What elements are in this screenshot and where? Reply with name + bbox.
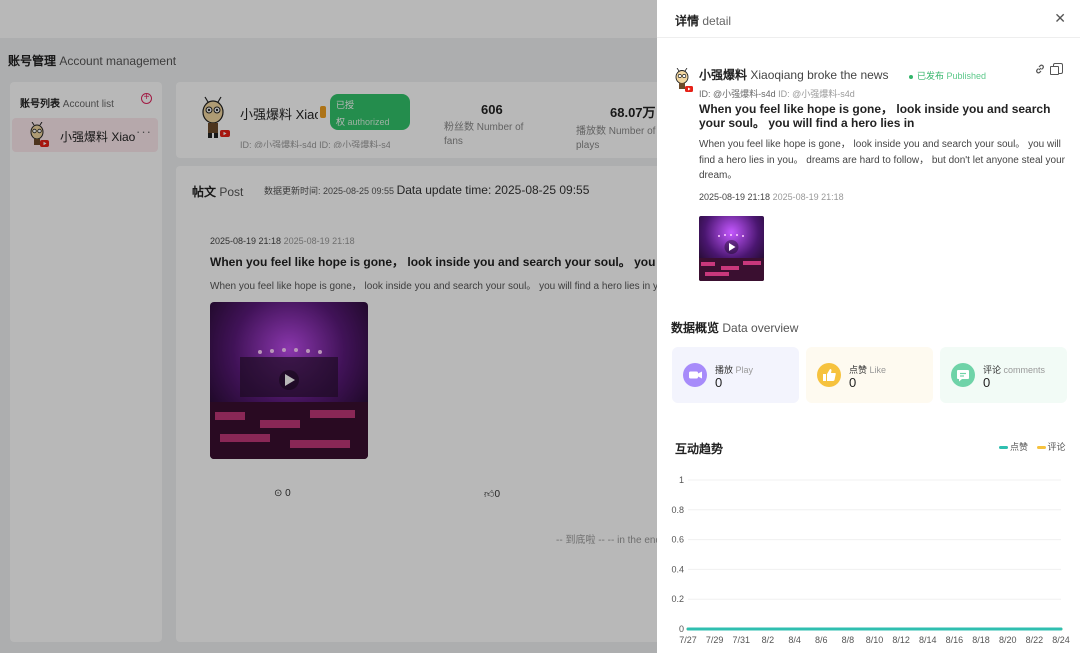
x-tick-label: 7/27 — [679, 635, 697, 645]
x-tick-label: 8/20 — [999, 635, 1017, 645]
interaction-trend-chart: 0 0.2 0.4 0.6 0.8 1 7/27 7/29 7/31 8/2 8/4 8/6 8/8 8/… — [671, 475, 1070, 645]
x-tick-label: 8/16 — [946, 635, 964, 645]
thumbs-up-icon — [817, 363, 841, 387]
legend-item-likes[interactable]: 点赞 — [999, 442, 1028, 452]
x-tick-label: 8/12 — [892, 635, 910, 645]
y-tick-label: 0 — [679, 624, 684, 634]
interaction-trend-title: 互动趋势 — [675, 442, 724, 456]
overview-card-like: 点赞 Like 0 — [806, 347, 933, 403]
detail-drawer: 详情 detail ✕ 小强爆料 Xiaoqiang broke the new… — [657, 0, 1080, 653]
drawer-author-id: ID: @小强爆料-s4d ID: @小强爆料-s4d — [699, 89, 855, 99]
y-tick-label: 0.6 — [671, 535, 684, 545]
drawer-author-name: 小强爆料 Xiaoqiang broke the news — [699, 68, 889, 82]
drawer-title: 详情 detail — [675, 14, 732, 28]
drawer-headline: When you feel like hope is gone， look in… — [699, 102, 1051, 130]
chart-legend: 点赞 评论 — [999, 440, 1066, 453]
drawer-video-thumbnail[interactable] — [699, 216, 764, 281]
x-tick-label: 8/24 — [1052, 635, 1070, 645]
copy-icon[interactable] — [1050, 63, 1063, 75]
status-badge: 已发布 Published — [909, 69, 986, 82]
x-tick-label: 8/10 — [866, 635, 884, 645]
close-icon[interactable]: ✕ — [1054, 10, 1066, 27]
avatar — [673, 67, 695, 99]
y-tick-label: 0.4 — [671, 564, 684, 574]
drawer-body: When you feel like hope is gone， look in… — [699, 139, 1066, 181]
overview-card-comments: 评论 comments 0 — [940, 347, 1067, 403]
data-overview-title: 数据概览 Data overview — [671, 321, 799, 335]
x-tick-label: 8/6 — [815, 635, 828, 645]
x-tick-label: 7/31 — [733, 635, 751, 645]
drawer-header: 详情 detail ✕ — [657, 0, 1080, 38]
x-tick-label: 8/4 — [788, 635, 801, 645]
legend-item-comments[interactable]: 评论 — [1036, 442, 1066, 452]
y-tick-label: 0.8 — [671, 505, 684, 515]
y-tick-label: 1 — [679, 475, 684, 485]
video-camera-icon — [683, 363, 707, 387]
y-tick-label: 0.2 — [671, 594, 684, 604]
drawer-post-time: 2025-08-19 21:18 2025-08-19 21:18 — [699, 192, 844, 202]
x-tick-label: 8/2 — [762, 635, 775, 645]
comment-icon — [951, 363, 975, 387]
link-icon[interactable] — [1034, 63, 1046, 75]
overview-card-play: 播放 Play 0 — [672, 347, 799, 403]
x-tick-label: 8/8 — [842, 635, 855, 645]
x-tick-label: 8/18 — [972, 635, 990, 645]
x-tick-label: 8/22 — [1026, 635, 1044, 645]
x-tick-label: 8/14 — [919, 635, 937, 645]
x-tick-label: 7/29 — [706, 635, 724, 645]
